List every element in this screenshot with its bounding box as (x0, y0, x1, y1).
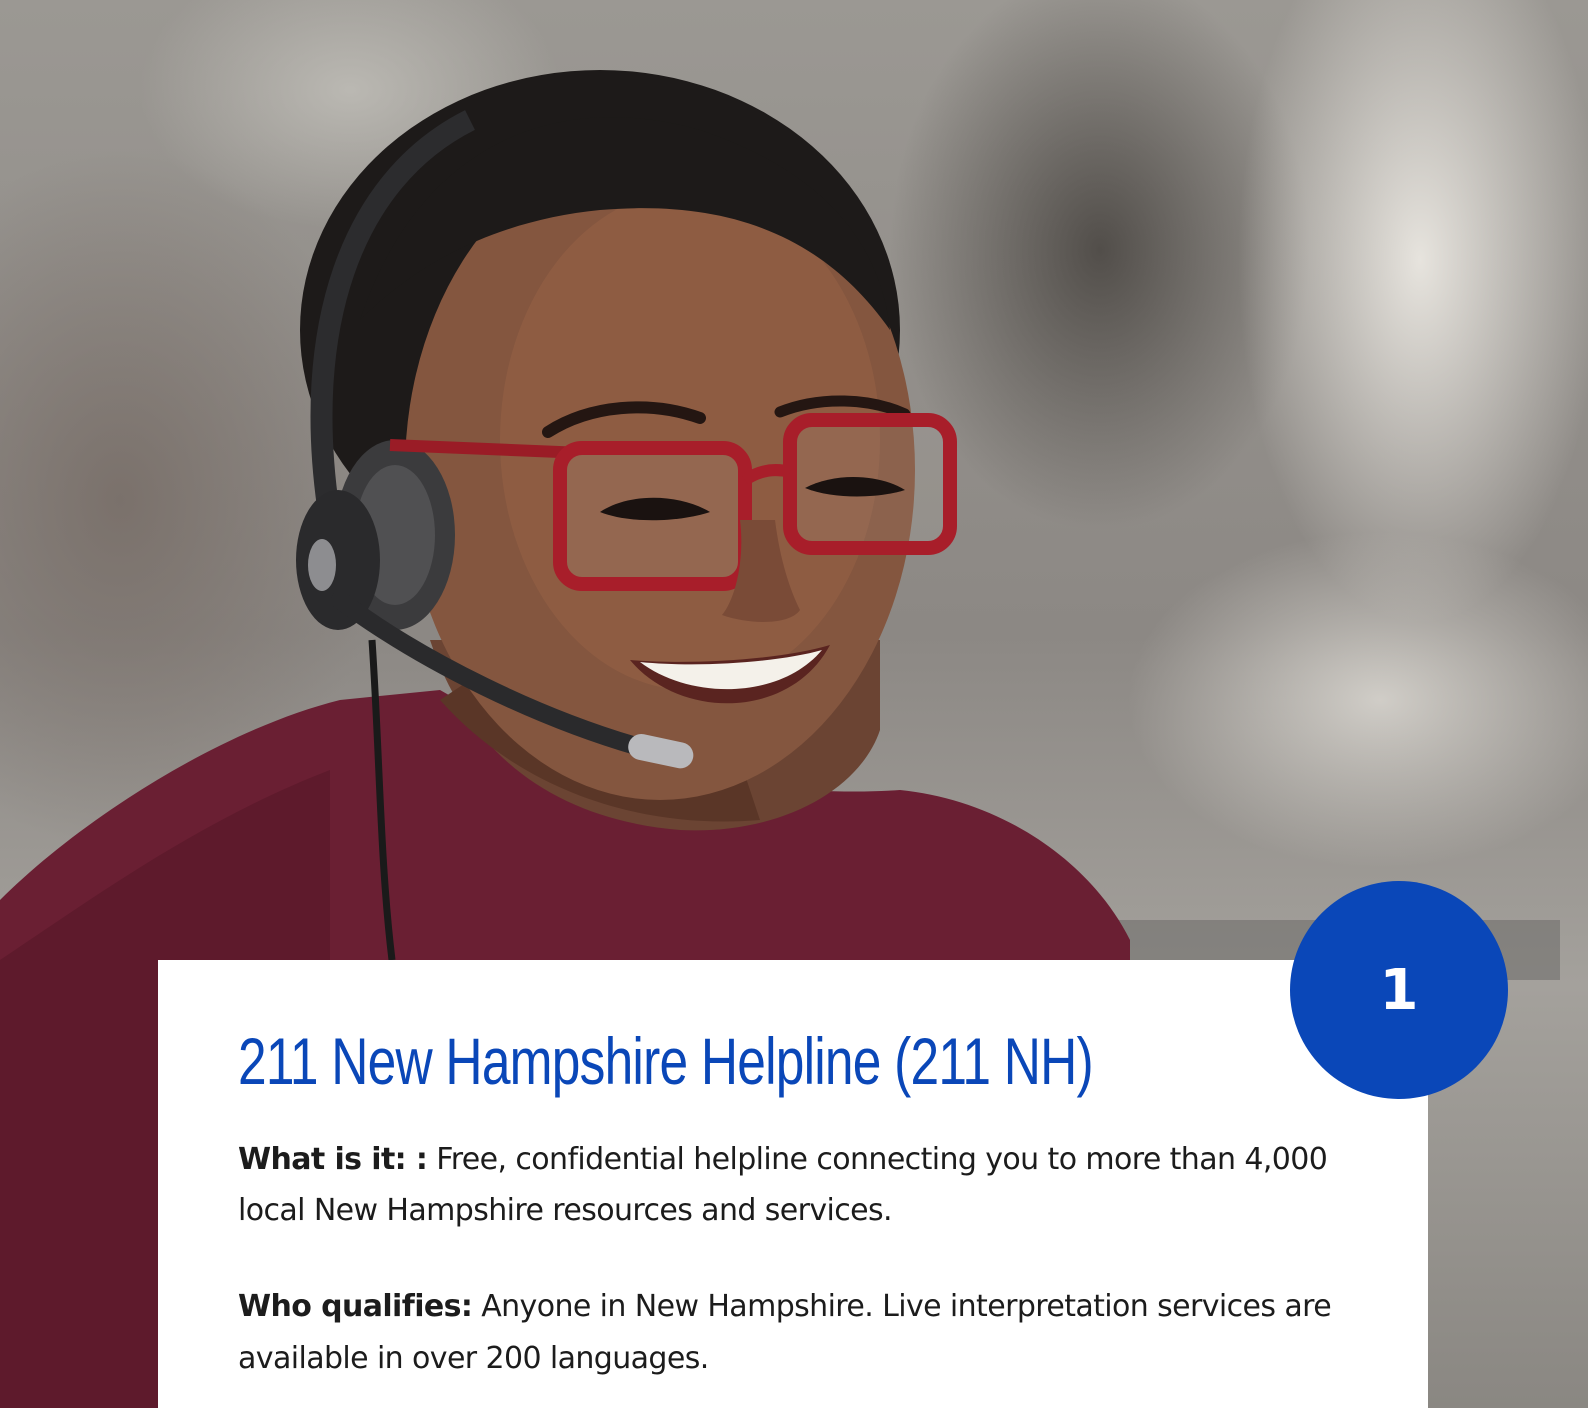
what-is-it-label: What is it: : (238, 1141, 428, 1177)
who-qualifies-label: Who qualifies: (238, 1289, 473, 1325)
step-number-badge: 1 (1290, 881, 1508, 1099)
info-card: 211 New Hampshire Helpline (211 NH) What… (158, 960, 1428, 1408)
who-qualifies-paragraph: Who qualifies: Anyone in New Hampshire. … (238, 1281, 1348, 1384)
step-number: 1 (1379, 957, 1419, 1023)
what-is-it-paragraph: What is it: : Free, confidential helplin… (238, 1134, 1348, 1237)
card-title: 211 New Hampshire Helpline (211 NH) (238, 1024, 1094, 1098)
